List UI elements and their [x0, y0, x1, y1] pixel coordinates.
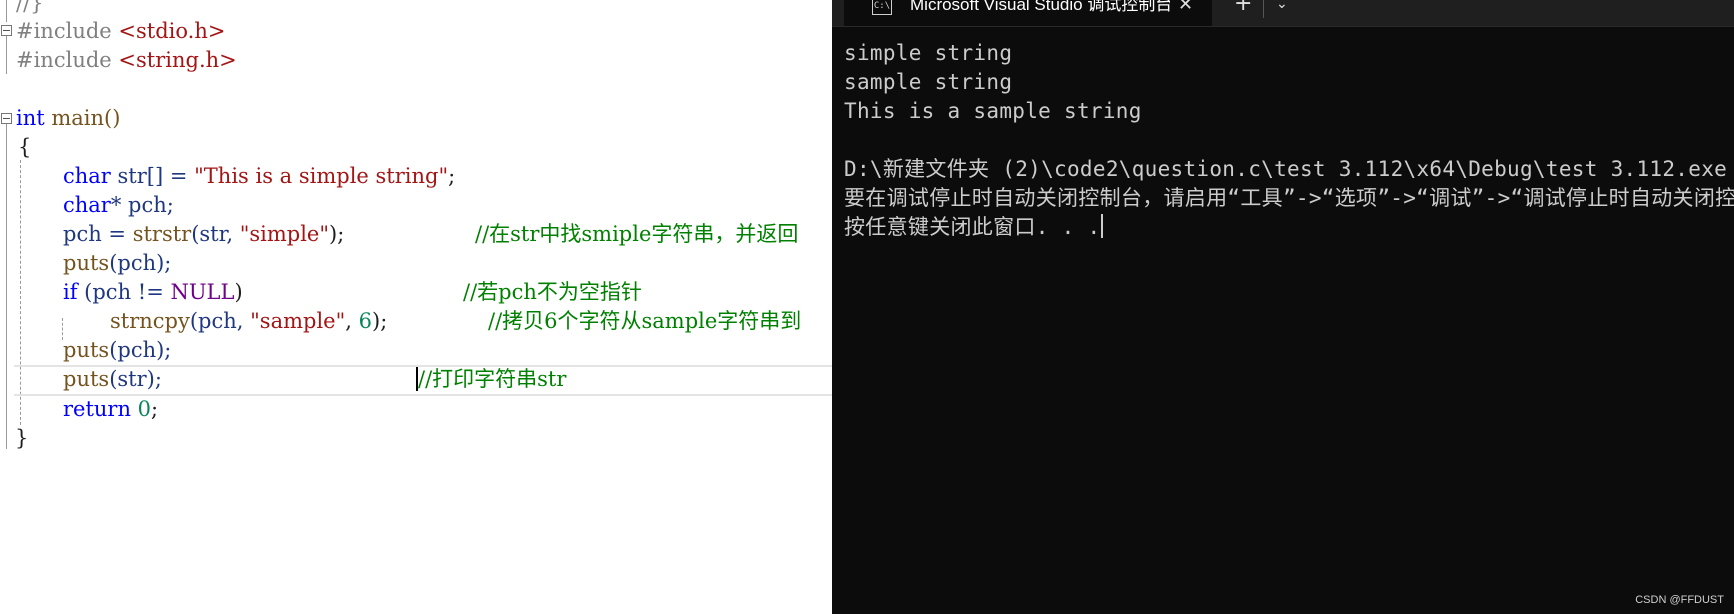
- code-editor[interactable]: //} #include <stdio.h> #include <string.…: [0, 0, 832, 614]
- code-token: (pch,: [189, 309, 251, 333]
- code-token: str[] =: [110, 164, 195, 188]
- fold-guide-top: [6, 0, 7, 22]
- terminal-output-line: 要在调试停止时自动关闭控制台，请启用“工具”->“选项”->“调试”->“调试停…: [844, 186, 1734, 210]
- code-token: puts: [63, 367, 110, 391]
- text-caret: [416, 367, 418, 391]
- code-token: "sample": [250, 309, 346, 333]
- code-token: );: [329, 222, 345, 246]
- fold-toggle-includes[interactable]: [1, 25, 12, 36]
- code-token: int: [16, 106, 45, 130]
- terminal-output-line: This is a sample string: [844, 99, 1142, 123]
- code-token: <string.h>: [118, 48, 237, 72]
- code-token: 0: [131, 397, 152, 421]
- code-text: //}: [16, 0, 44, 15]
- terminal-tab[interactable]: C:\ Microsoft Visual Studio 调试控制台 ✕: [844, 0, 1212, 26]
- fold-guide-main: [6, 124, 7, 449]
- code-token: ): [234, 280, 243, 304]
- code-token: #include: [16, 19, 112, 43]
- terminal-prompt-text: 按任意键关闭此窗口. . .: [844, 215, 1101, 239]
- code-token: pch =: [63, 222, 133, 246]
- code-token: main(): [44, 106, 121, 130]
- code-token: 6: [358, 309, 372, 333]
- terminal-output-line: simple string: [844, 41, 1013, 65]
- watermark: CSDN @FFDUST: [1635, 594, 1724, 606]
- code-comment: //拷贝6个字符从sample字符串到: [488, 309, 802, 333]
- code-line-3[interactable]: pch = strstr(str, "simple"); //在str中找smip…: [63, 220, 798, 249]
- terminal-titlebar[interactable]: C:\ Microsoft Visual Studio 调试控制台 ✕ + ⌄: [832, 0, 1734, 27]
- terminal-output-line: D:\新建文件夹 (2)\code2\question.c\test 3.112…: [844, 157, 1728, 181]
- close-tab-button[interactable]: ✕: [1178, 0, 1193, 16]
- code-token: (str,: [191, 222, 240, 246]
- code-line-include-string[interactable]: #include <string.h>: [16, 46, 237, 75]
- code-token: char: [63, 193, 111, 217]
- terminal-output-line: sample string: [844, 70, 1013, 94]
- code-line-9[interactable]: return 0;: [63, 395, 158, 424]
- code-token: puts: [63, 338, 110, 362]
- code-token: }: [15, 426, 29, 450]
- code-token: {: [18, 135, 32, 159]
- code-token: puts: [63, 251, 110, 275]
- code-line-include-stdio[interactable]: #include <stdio.h>: [16, 17, 225, 46]
- code-token: return: [63, 397, 131, 421]
- code-token: (str);: [109, 367, 162, 391]
- code-line-2[interactable]: char* pch;: [63, 191, 174, 220]
- tab-separator: [1263, 0, 1264, 18]
- code-comment: //若pch不为空指针: [463, 280, 642, 304]
- code-token: NULL: [170, 280, 235, 304]
- fold-guide-includes: [6, 36, 7, 74]
- code-line-4[interactable]: puts(pch);: [63, 249, 171, 278]
- code-token: char: [63, 164, 111, 188]
- chevron-down-icon[interactable]: ⌄: [1276, 0, 1288, 14]
- code-token: (pch);: [109, 251, 172, 275]
- fold-toggle-main[interactable]: [1, 113, 12, 124]
- tab-title: Microsoft Visual Studio 调试控制台: [910, 0, 1170, 14]
- code-token: );: [372, 309, 388, 333]
- code-token: ;: [151, 397, 159, 421]
- code-token: <stdio.h>: [118, 19, 226, 43]
- code-line-1[interactable]: char str[] = "This is a simple string";: [63, 162, 455, 191]
- code-line-7[interactable]: puts(pch);: [63, 336, 171, 365]
- new-tab-button[interactable]: +: [1234, 0, 1252, 15]
- code-token: strncpy: [110, 309, 190, 333]
- code-token: "This is a simple string": [194, 164, 449, 188]
- code-token: #include: [16, 48, 112, 72]
- code-line-open-brace[interactable]: {: [18, 133, 31, 162]
- code-line-fragment[interactable]: //}: [16, 0, 44, 18]
- code-token: strstr: [132, 222, 192, 246]
- code-line-6[interactable]: strncpy(pch, "sample", 6); //拷贝6个字符从sampl…: [110, 307, 801, 336]
- terminal-window[interactable]: C:\ Microsoft Visual Studio 调试控制台 ✕ + ⌄ …: [832, 0, 1734, 614]
- code-comment: //在str中找smiple字符串，并返回: [475, 222, 799, 246]
- code-line-8[interactable]: puts(str); //打印字符串str: [63, 365, 566, 394]
- console-icon: C:\: [872, 0, 892, 15]
- terminal-prompt-line: 按任意键关闭此窗口. . .: [844, 213, 1104, 242]
- code-token: (pch !=: [77, 280, 171, 304]
- code-token: if: [63, 280, 78, 304]
- code-token: ,: [345, 309, 359, 333]
- code-token: ;: [448, 164, 456, 188]
- code-token: * pch;: [110, 193, 174, 217]
- terminal-cursor: [1101, 214, 1104, 238]
- code-line-main[interactable]: int main(): [16, 104, 120, 133]
- code-comment: //打印字符串str: [418, 367, 567, 391]
- code-token: (pch);: [109, 338, 172, 362]
- code-line-5[interactable]: if (pch != NULL) //若pch不为空指针: [63, 278, 642, 307]
- code-token: "simple": [239, 222, 330, 246]
- code-line-close-brace[interactable]: }: [15, 424, 28, 453]
